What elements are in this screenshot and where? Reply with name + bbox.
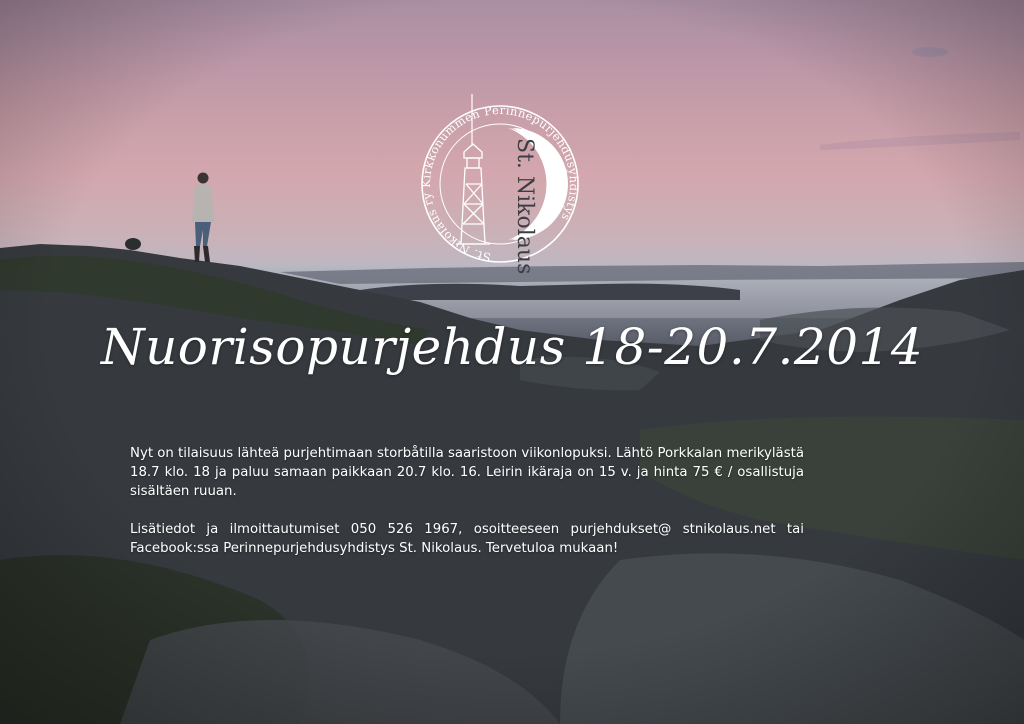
info-paragraph: Nyt on tilaisuus lähteä purjehtimaan sto… [130, 446, 804, 499]
st-nikolaus-seal-logo: St. Nikolaus ry Kirkkonummen Perinnepurj… [420, 94, 580, 274]
seal-inner-text: St. Nikolaus [512, 138, 537, 274]
poster: St. Nikolaus ry Kirkkonummen Perinnepurj… [0, 0, 1024, 724]
contact-paragraph: Lisätiedot ja ilmoittautumiset 050 526 1… [130, 522, 804, 556]
poster-headline: Nuorisopurjehdus 18-20.7.2014 [100, 318, 924, 376]
poster-body: Nyt on tilaisuus lähteä purjehtimaan sto… [130, 444, 804, 577]
